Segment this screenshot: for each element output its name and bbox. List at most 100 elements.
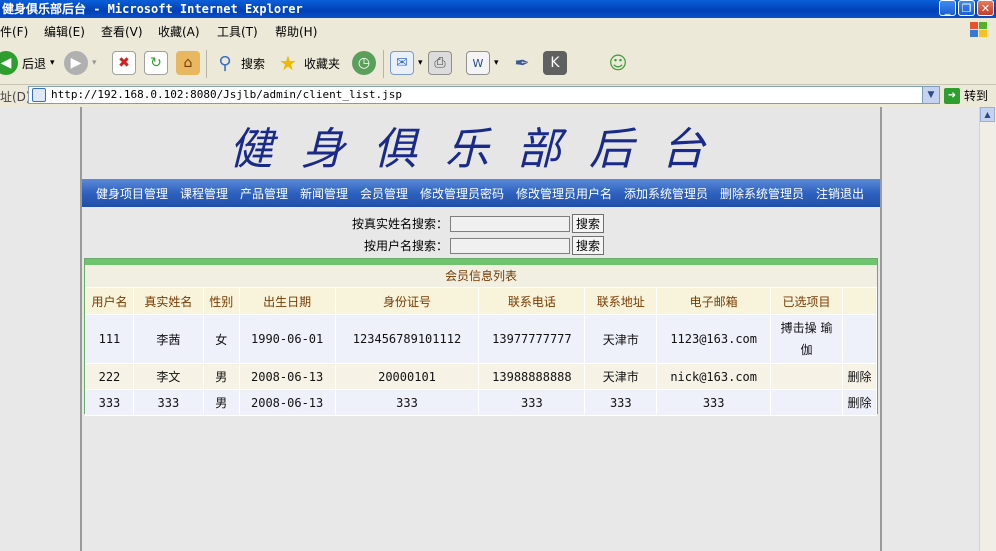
print-button[interactable]: ⎙ <box>428 51 452 75</box>
cell-gender: 男 <box>202 363 240 390</box>
admin-page: 健身俱乐部后台 健身项目管理 课程管理 产品管理 新闻管理 会员管理 修改管理员… <box>80 107 882 551</box>
history-icon: ◷ <box>352 51 376 75</box>
address-input[interactable]: http://192.168.0.102:8080/Jsjlb/admin/cl… <box>28 86 940 104</box>
history-button[interactable]: ◷ <box>352 51 376 75</box>
menu-view[interactable]: 查看(V) <box>101 23 143 40</box>
stop-button[interactable]: ✖ <box>112 51 136 75</box>
search-by-username-button[interactable]: 搜索 <box>572 236 605 255</box>
cell-id-number: 123456789101112 <box>334 314 480 364</box>
forward-arrow-icon: ▶ <box>64 51 88 75</box>
cell-address: 天津市 <box>584 363 658 390</box>
page-icon <box>32 88 46 102</box>
magnifier-icon: ⚲ <box>218 52 232 74</box>
home-icon: ⌂ <box>176 51 200 75</box>
page-viewport: 健身俱乐部后台 健身项目管理 课程管理 产品管理 新闻管理 会员管理 修改管理员… <box>0 107 996 551</box>
edit-button[interactable]: W ▾ <box>466 51 499 75</box>
banner: 健身俱乐部后台 <box>82 107 880 179</box>
close-button[interactable]: ✕ <box>977 0 994 16</box>
nav-item-members[interactable]: 会员管理 <box>360 185 408 202</box>
menu-tools[interactable]: 工具(T) <box>217 23 258 40</box>
cell-selected-projects <box>770 363 843 390</box>
menu-file[interactable]: 件(F) <box>0 23 28 40</box>
table-title: 会员信息列表 <box>85 259 877 287</box>
vertical-scrollbar[interactable]: ▲ <box>979 107 996 551</box>
cell-birthdate: 1990-06-01 <box>238 314 336 364</box>
minimize-button[interactable]: _ <box>939 0 956 16</box>
nav-item-add-admin[interactable]: 添加系统管理员 <box>624 185 708 202</box>
maximize-button[interactable]: ❐ <box>958 0 975 16</box>
messenger-button[interactable]: ☺ <box>606 51 630 75</box>
cell-username: 222 <box>85 363 134 390</box>
cell-phone: 13988888888 <box>478 363 586 390</box>
dropdown-arrow-icon: ▾ <box>418 58 423 68</box>
real-name-search-input[interactable] <box>450 215 570 232</box>
research-button[interactable]: K <box>543 51 567 75</box>
discuss-button[interactable]: ✒ <box>510 51 534 75</box>
dropdown-arrow-icon: ▾ <box>50 58 55 68</box>
table-row: 222 李文 男 2008-06-13 20000101 13988888888… <box>85 363 878 390</box>
search-by-name-label: 按真实姓名搜索： <box>352 217 449 231</box>
refresh-icon: ↻ <box>144 51 168 75</box>
favorites-button[interactable]: ★ 收藏夹 <box>276 51 340 75</box>
menu-edit[interactable]: 编辑(E) <box>44 23 85 40</box>
menu-favorites[interactable]: 收藏(A) <box>158 23 200 40</box>
stop-icon: ✖ <box>112 51 136 75</box>
col-header-selected-projects: 已选项目 <box>770 287 843 315</box>
nav-item-news[interactable]: 新闻管理 <box>300 185 348 202</box>
delete-link[interactable]: 删除 <box>841 363 878 390</box>
address-dropdown-icon[interactable]: ▼ <box>922 87 939 103</box>
col-header-address: 联系地址 <box>584 287 658 315</box>
table-row: 111 李茜 女 1990-06-01 123456789101112 1397… <box>85 314 878 364</box>
quill-icon: ✒ <box>514 52 530 74</box>
cell-selected-projects: 搏击操 瑜伽 <box>770 314 843 364</box>
printer-icon: ⎙ <box>428 51 452 75</box>
col-header-gender: 性别 <box>202 287 240 315</box>
cell-address: 333 <box>584 389 658 416</box>
nav-bar: 健身项目管理 课程管理 产品管理 新闻管理 会员管理 修改管理员密码 修改管理员… <box>82 179 880 207</box>
forward-button[interactable]: ▶ ▾ <box>64 51 97 75</box>
col-header-real-name: 真实姓名 <box>132 287 204 315</box>
col-header-username: 用户名 <box>85 287 134 315</box>
cell-real-name: 李文 <box>132 363 204 390</box>
home-button[interactable]: ⌂ <box>176 51 200 75</box>
search-label: 搜索 <box>241 56 266 71</box>
go-button[interactable]: ➜ 转到 <box>944 87 988 104</box>
refresh-button[interactable]: ↻ <box>144 51 168 75</box>
mail-button[interactable]: ✉ ▾ <box>390 51 423 75</box>
nav-item-fitness-projects[interactable]: 健身项目管理 <box>96 185 168 202</box>
cell-birthdate: 2008-06-13 <box>238 363 336 390</box>
menu-bar: 件(F) 编辑(E) 查看(V) 收藏(A) 工具(T) 帮助(H) <box>0 18 996 45</box>
delete-link[interactable]: 删除 <box>841 389 878 416</box>
cell-email: 1123@163.com <box>656 314 772 364</box>
scroll-up-arrow-icon[interactable]: ▲ <box>980 107 995 122</box>
nav-item-change-username[interactable]: 修改管理员用户名 <box>516 185 612 202</box>
search-form: 按真实姓名搜索： 搜索 按用户名搜索： 搜索 <box>352 213 605 257</box>
cell-phone: 13977777777 <box>478 314 586 364</box>
toolbar: ◀ 后退 ▾ ▶ ▾ ✖ ↻ ⌂ ⚲ 搜索 ★ 收藏夹 ◷ ✉ ▾ ⎙ W ▾ … <box>0 44 996 85</box>
col-header-actions <box>841 287 878 315</box>
cell-real-name: 李茜 <box>132 314 204 364</box>
search-by-username-label: 按用户名搜索： <box>363 239 448 253</box>
col-header-birthdate: 出生日期 <box>238 287 336 315</box>
search-button[interactable]: ⚲ 搜索 <box>213 51 265 75</box>
nav-item-delete-admin[interactable]: 删除系统管理员 <box>720 185 804 202</box>
nav-item-change-password[interactable]: 修改管理员密码 <box>420 185 504 202</box>
cell-phone: 333 <box>478 389 586 416</box>
back-label: 后退 <box>22 56 47 71</box>
cell-actions <box>841 314 878 364</box>
cell-username: 333 <box>85 389 134 416</box>
col-header-id-number: 身份证号 <box>334 287 480 315</box>
cell-id-number: 333 <box>334 389 480 416</box>
cell-address: 天津市 <box>584 314 658 364</box>
dropdown-arrow-icon: ▾ <box>92 58 97 68</box>
back-button[interactable]: ◀ 后退 ▾ <box>0 51 55 75</box>
address-label: 址(D) <box>0 90 31 104</box>
nav-item-products[interactable]: 产品管理 <box>240 185 288 202</box>
nav-item-logout[interactable]: 注销退出 <box>816 185 864 202</box>
menu-help[interactable]: 帮助(H) <box>275 23 317 40</box>
username-search-input[interactable] <box>450 237 570 254</box>
k-app-icon: K <box>543 51 567 75</box>
favorites-label: 收藏夹 <box>304 56 341 71</box>
nav-item-courses[interactable]: 课程管理 <box>180 185 228 202</box>
search-by-name-button[interactable]: 搜索 <box>572 214 605 233</box>
